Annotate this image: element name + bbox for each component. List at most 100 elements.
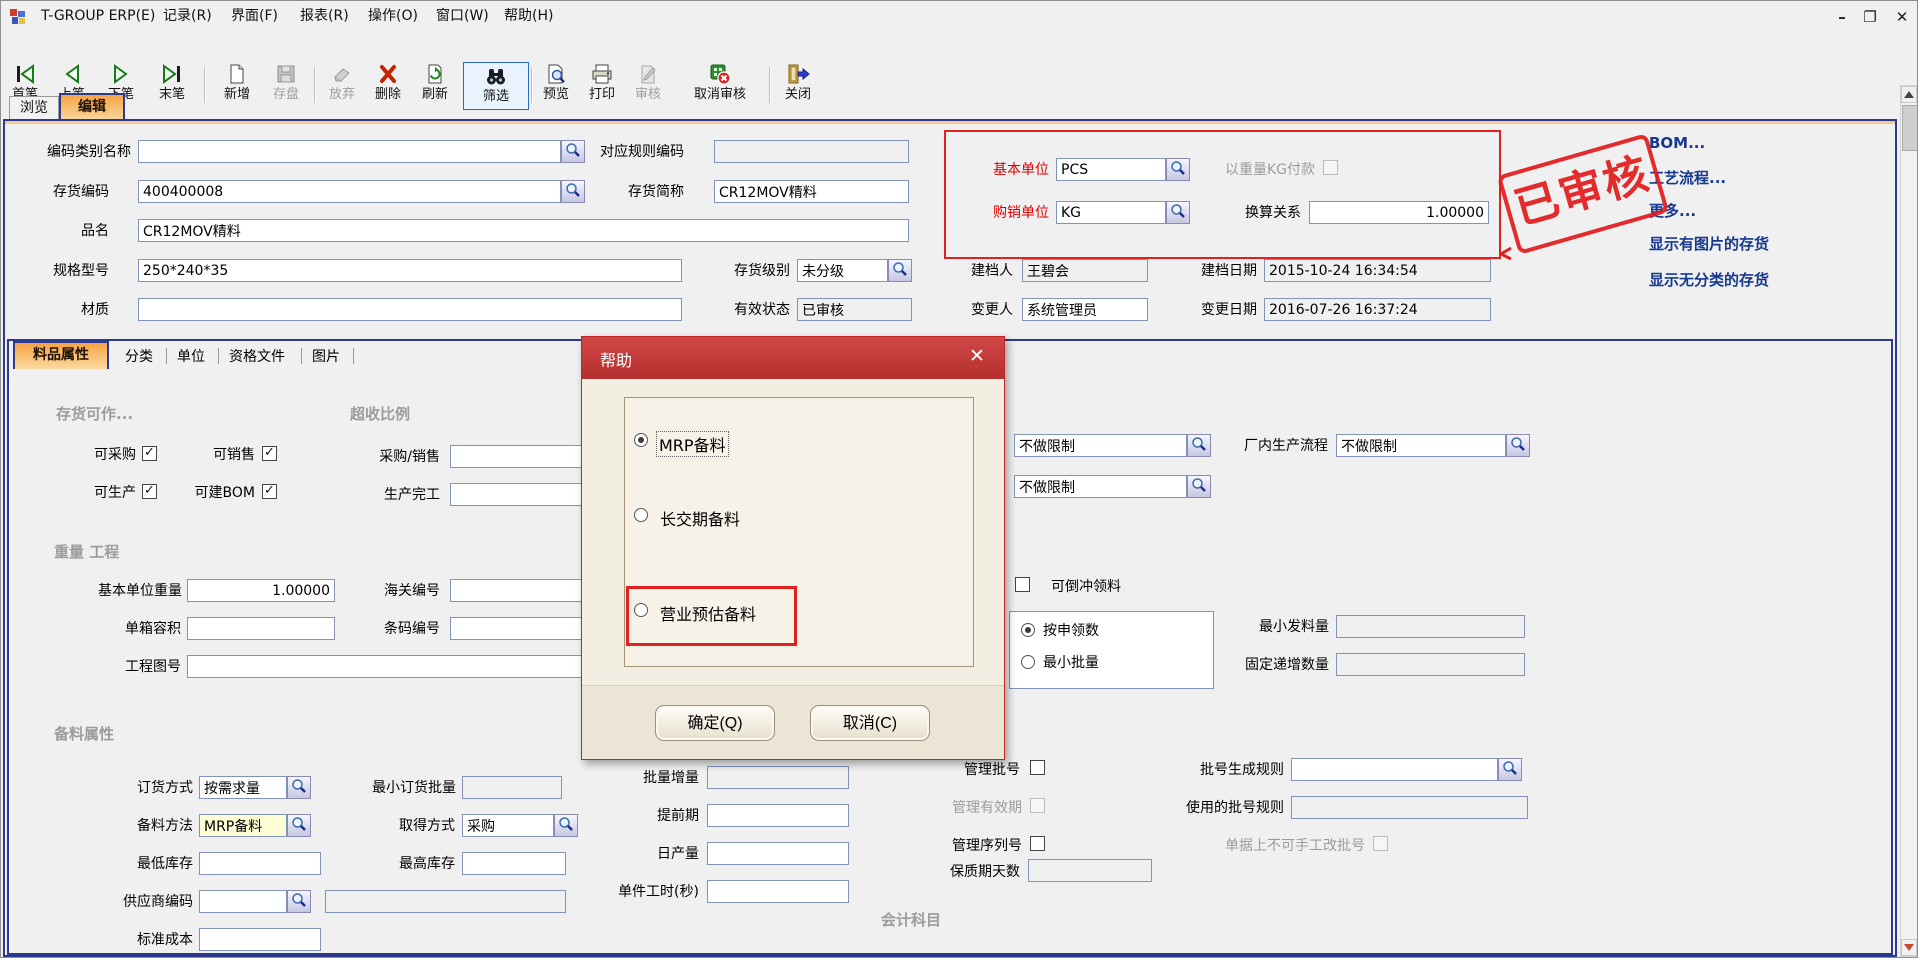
- subtab-attributes[interactable]: 料品属性: [13, 341, 109, 369]
- conversion-input[interactable]: [1309, 201, 1489, 224]
- trade-unit-lookup-button[interactable]: [1166, 201, 1190, 224]
- factory-flow-input[interactable]: [1336, 434, 1506, 457]
- manage-batch-checkbox[interactable]: [1030, 760, 1045, 775]
- base-unit-input[interactable]: [1056, 158, 1166, 181]
- dialog-titlebar[interactable]: [582, 337, 1004, 379]
- box-volume-input[interactable]: [187, 617, 335, 640]
- dialog-cancel-button[interactable]: 取消(C): [810, 705, 930, 741]
- purchasable-checkbox[interactable]: [142, 446, 157, 461]
- batch-rule-input[interactable]: [1291, 758, 1498, 781]
- restrict-lookup-2[interactable]: [1187, 475, 1211, 498]
- by-request-label: 按申领数: [1043, 622, 1133, 640]
- toolbar-new[interactable]: 新增: [215, 63, 259, 108]
- dialog-close-icon[interactable]: ✕: [964, 345, 990, 367]
- order-mode-lookup-button[interactable]: [287, 776, 311, 799]
- menu-record[interactable]: 记录(R): [159, 5, 216, 27]
- trade-unit-input[interactable]: [1056, 201, 1166, 224]
- subtab-category[interactable]: 分类: [125, 348, 159, 366]
- bomable-checkbox[interactable]: [262, 484, 277, 499]
- max-stock-input[interactable]: [462, 852, 566, 875]
- restrict-input-1[interactable]: [1014, 434, 1187, 457]
- scroll-up-icon[interactable]: [1901, 86, 1917, 103]
- toolbar-filter[interactable]: 筛选: [463, 62, 529, 110]
- supplier-lookup-button[interactable]: [287, 890, 311, 913]
- by-request-radio[interactable]: [1021, 623, 1035, 637]
- std-cost-input[interactable]: [199, 928, 321, 951]
- restrict-lookup-1[interactable]: [1187, 434, 1211, 457]
- base-unit-label: 基本单位: [973, 161, 1049, 179]
- min-stock-input[interactable]: [199, 852, 321, 875]
- inv-abbr-label: 存货简称: [604, 183, 684, 201]
- subtab-qualification[interactable]: 资格文件: [229, 348, 293, 366]
- inv-abbr-input[interactable]: [714, 180, 909, 203]
- restrict-input-2[interactable]: [1014, 475, 1187, 498]
- restore-icon[interactable]: ❐: [1859, 9, 1881, 25]
- base-unit-lookup-button[interactable]: [1166, 158, 1190, 181]
- menu-interface[interactable]: 界面(F): [227, 5, 282, 27]
- link-show-unclassified[interactable]: 显示无分类的存货: [1649, 269, 1769, 290]
- code-category-lookup-button[interactable]: [561, 140, 585, 163]
- dialog-option-mrp[interactable]: MRP备料: [656, 431, 729, 457]
- inv-code-input[interactable]: [138, 180, 561, 203]
- batch-rule-label: 批号生成规则: [1182, 761, 1284, 779]
- spec-input[interactable]: [138, 259, 682, 282]
- level-label: 存货级别: [706, 262, 790, 280]
- bomable-label: 可建BOM: [183, 484, 255, 502]
- level-lookup-button[interactable]: [888, 259, 912, 282]
- acquire-input[interactable]: [462, 814, 554, 837]
- vertical-scrollbar[interactable]: [1900, 85, 1918, 957]
- menu-operate[interactable]: 操作(O): [364, 5, 422, 27]
- manage-serial-checkbox[interactable]: [1030, 836, 1045, 851]
- toolbar-label: 筛选: [464, 89, 528, 104]
- dialog-radio-longlead[interactable]: [634, 508, 648, 522]
- toolbar-delete[interactable]: 删除: [367, 63, 409, 108]
- dialog-radio-mrp[interactable]: [634, 433, 648, 447]
- daily-input[interactable]: [707, 842, 849, 865]
- toolbar-close-form[interactable]: 关闭: [775, 63, 821, 108]
- dialog-ok-button[interactable]: 确定(Q): [655, 705, 775, 741]
- menu-app[interactable]: T-GROUP ERP(E): [37, 5, 159, 27]
- toolbar-preview[interactable]: 预览: [535, 63, 577, 108]
- backflush-checkbox[interactable]: [1015, 577, 1030, 592]
- min-batch-radio[interactable]: [1021, 655, 1035, 669]
- max-stock-label: 最高库存: [379, 855, 455, 873]
- close-window-icon[interactable]: ✕: [1891, 9, 1913, 25]
- menu-help[interactable]: 帮助(H): [500, 5, 557, 27]
- magnifier-icon: [565, 182, 581, 201]
- level-input[interactable]: [797, 259, 888, 282]
- code-category-input[interactable]: [138, 140, 561, 163]
- prep-method-lookup-button[interactable]: [287, 814, 311, 837]
- tab-browse[interactable]: 浏览: [9, 96, 59, 119]
- scroll-down-icon[interactable]: [1901, 939, 1917, 956]
- supplier-input[interactable]: [199, 890, 287, 913]
- link-bom[interactable]: BOM...: [1649, 134, 1705, 152]
- scrollbar-thumb[interactable]: [1902, 105, 1918, 151]
- batch-rule-lookup[interactable]: [1498, 758, 1522, 781]
- toolbar-print[interactable]: 打印: [581, 63, 623, 108]
- subtab-image[interactable]: 图片: [312, 348, 346, 366]
- minimize-icon[interactable]: –: [1831, 9, 1853, 25]
- base-weight-input[interactable]: [187, 579, 335, 602]
- menu-report[interactable]: 报表(R): [296, 5, 353, 27]
- unit-time-input[interactable]: [707, 880, 849, 903]
- prep-method-input[interactable]: [199, 814, 287, 837]
- name-input[interactable]: [138, 219, 909, 242]
- factory-flow-lookup[interactable]: [1506, 434, 1530, 457]
- toolbar-refresh[interactable]: 刷新: [413, 63, 457, 108]
- sellable-checkbox[interactable]: [262, 446, 277, 461]
- subtab-unit[interactable]: 单位: [177, 348, 211, 366]
- min-batch-label: 最小批量: [1043, 654, 1133, 672]
- producible-checkbox[interactable]: [142, 484, 157, 499]
- menu-window[interactable]: 窗口(W): [432, 5, 493, 27]
- dialog-option-longlead[interactable]: 长交期备料: [660, 506, 740, 530]
- inv-code-lookup-button[interactable]: [561, 180, 585, 203]
- link-show-with-images[interactable]: 显示有图片的存货: [1649, 233, 1769, 254]
- toolbar-cancel-audit[interactable]: 取消审核: [679, 63, 761, 108]
- tab-edit[interactable]: 编辑: [59, 93, 125, 121]
- lead-input[interactable]: [707, 804, 849, 827]
- acquire-lookup-button[interactable]: [554, 814, 578, 837]
- toolbar-last-record[interactable]: 末笔: [149, 63, 195, 108]
- order-mode-input[interactable]: [199, 776, 287, 799]
- material-input[interactable]: [138, 298, 682, 321]
- customs-label: 海关编号: [364, 582, 440, 600]
